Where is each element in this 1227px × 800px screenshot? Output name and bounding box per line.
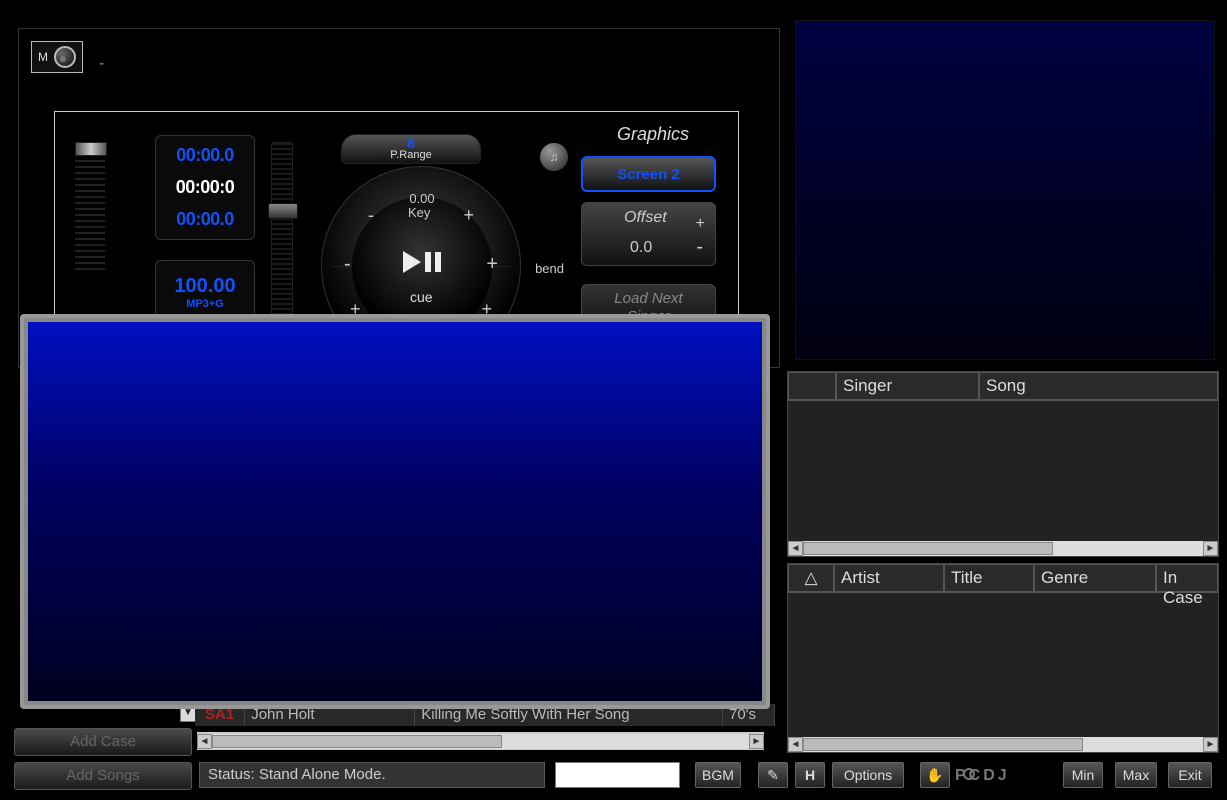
pcdj-logo: PCDJ [955, 760, 1055, 788]
case-hscroll[interactable]: ◄ ► [197, 732, 764, 750]
offset-label: Offset [624, 209, 667, 227]
prange-button[interactable]: 8 P.Range [341, 134, 481, 164]
scroll-track[interactable] [803, 541, 1203, 556]
library-col-title[interactable]: Title [944, 564, 1034, 592]
singer-queue-table[interactable]: Singer Song ◄ ► [787, 371, 1219, 557]
library-table[interactable]: △ Artist Title Genre In Case ◄ ► [787, 563, 1219, 753]
hand-icon: ✋ [926, 767, 943, 783]
pencil-icon: ✎ [767, 763, 779, 787]
scroll-thumb[interactable] [803, 542, 1053, 555]
bend-plus-button[interactable]: + [486, 253, 498, 276]
library-col-incase[interactable]: In Case [1156, 564, 1218, 592]
library-col-artist[interactable]: Artist [834, 564, 944, 592]
scroll-right-icon[interactable]: ► [1203, 737, 1218, 752]
scroll-right-icon[interactable]: ► [749, 734, 764, 749]
offset-plus-button[interactable]: + [696, 215, 705, 233]
add-songs-button[interactable]: Add Songs [14, 762, 192, 790]
scroll-left-icon[interactable]: ◄ [788, 737, 803, 752]
exit-button[interactable]: Exit [1168, 762, 1212, 788]
cdg-video-window[interactable] [20, 314, 770, 709]
player-deck: 00:00.0 00:00:0 00:00.0 100.00 MP3+G Pit… [54, 111, 739, 341]
singer-hscroll[interactable]: ◄ ► [788, 541, 1218, 556]
min-button[interactable]: Min [1063, 762, 1103, 788]
time-remaining: 00:00.0 [176, 145, 234, 166]
bgm-button[interactable]: BGM [695, 762, 741, 788]
music-note-icon: ♫ [550, 150, 559, 164]
offset-value: 0.0 [630, 239, 652, 257]
library-col-genre[interactable]: Genre [1034, 564, 1156, 592]
mode-button[interactable]: M [31, 41, 83, 73]
scroll-thumb[interactable] [803, 738, 1083, 751]
screen2-button[interactable]: Screen 2 [581, 156, 716, 192]
rate-value: 100.00 [174, 275, 235, 298]
edit-tool-button[interactable]: ✎ [758, 762, 788, 788]
bend-minus-button[interactable]: - [344, 253, 351, 276]
singer-queue-header: Singer Song [788, 372, 1218, 401]
h-button[interactable]: H [795, 762, 825, 788]
jog-area: 8 P.Range ♫ 0.00 Key - + - + bend [321, 146, 541, 338]
key-value: 0.00 [402, 191, 442, 206]
time-elapsed: 00:00:0 [176, 177, 235, 198]
scroll-left-icon[interactable]: ◄ [197, 734, 212, 749]
hand-button[interactable]: ✋ [920, 762, 950, 788]
key-plus-button[interactable]: + [463, 205, 474, 226]
time-total: 00:00.0 [176, 209, 234, 230]
cue-label[interactable]: cue [410, 289, 433, 305]
pitch-fader-cap[interactable] [268, 203, 298, 219]
key-minus-button[interactable]: - [368, 205, 374, 226]
cdg-video-canvas [28, 322, 762, 701]
time-display: 00:00.0 00:00:0 00:00.0 [155, 135, 255, 240]
pitch-fader[interactable] [271, 142, 293, 327]
add-case-button[interactable]: Add Case [14, 728, 192, 756]
scroll-thumb[interactable] [212, 735, 502, 748]
mode-icon [54, 46, 76, 68]
scroll-right-icon[interactable]: ► [1203, 541, 1218, 556]
cdg-preview [795, 20, 1215, 360]
scroll-left-icon[interactable]: ◄ [788, 541, 803, 556]
scroll-track[interactable] [803, 737, 1203, 752]
prange-value: 8 [342, 135, 480, 149]
dash-label: - [99, 55, 104, 73]
notes-icon-button[interactable]: ♫ [539, 142, 569, 172]
graphics-header: Graphics [583, 124, 723, 145]
singer-col-index[interactable] [788, 372, 836, 400]
key-label: Key [408, 205, 430, 220]
play-pause-button[interactable] [397, 247, 447, 282]
bend-label: bend [535, 261, 564, 276]
offset-minus-button[interactable]: - [696, 236, 703, 259]
format-label: MP3+G [186, 298, 224, 310]
scroll-track[interactable] [212, 734, 749, 749]
singer-col-singer[interactable]: Singer [836, 372, 979, 400]
offset-panel: Offset + 0.0 - [581, 202, 716, 266]
singer-col-song[interactable]: Song [979, 372, 1218, 400]
prange-label: P.Range [342, 149, 480, 161]
max-button[interactable]: Max [1115, 762, 1157, 788]
library-hscroll[interactable]: ◄ ► [788, 737, 1218, 752]
library-header: △ Artist Title Genre In Case [788, 564, 1218, 593]
status-bar: Status: Stand Alone Mode. [199, 762, 545, 788]
search-input[interactable] [555, 762, 680, 788]
mode-label: M [38, 50, 54, 64]
library-sort-indicator[interactable]: △ [788, 564, 834, 592]
options-button[interactable]: Options [832, 762, 904, 788]
vu-meter[interactable] [75, 142, 105, 272]
